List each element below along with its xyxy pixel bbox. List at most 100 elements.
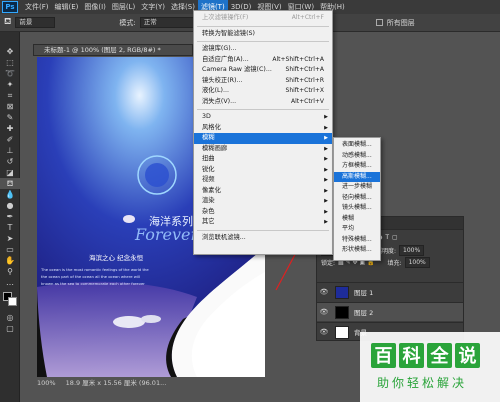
brush-tool-icon[interactable]: ✐ bbox=[0, 134, 20, 145]
submenu-arrow-icon: ▶ bbox=[324, 124, 328, 131]
hand-tool-icon[interactable]: ✋ bbox=[0, 255, 20, 266]
menu-item-last-filter[interactable]: 上次滤镜操作(F) Alt+Ctrl+F bbox=[194, 13, 332, 24]
menu-file[interactable]: 文件(F) bbox=[22, 0, 52, 14]
menu-item-lens-correction[interactable]: 镜头校正(R)... Shift+Ctrl+R bbox=[194, 76, 332, 87]
history-brush-tool-icon[interactable]: ↺ bbox=[0, 156, 20, 167]
menu-item-adaptive-wide-angle[interactable]: 自适应广角(A)... Alt+Shift+Ctrl+A bbox=[194, 55, 332, 66]
all-layers-checkbox[interactable] bbox=[375, 19, 383, 26]
submenu-item-lens-blur[interactable]: 镜头模糊... bbox=[334, 203, 380, 214]
submenu-item-box-blur[interactable]: 方框模糊... bbox=[334, 161, 380, 172]
submenu-arrow-icon: ▶ bbox=[324, 219, 328, 225]
pen-tool-icon[interactable]: ✒ bbox=[0, 211, 20, 222]
submenu-arrow-icon: ▶ bbox=[324, 208, 328, 215]
photoshop-logo: Ps bbox=[2, 1, 18, 13]
document-tab[interactable]: 未标题-1 @ 100% (图层 2, RGB/8#) * bbox=[33, 44, 193, 56]
path-selection-tool-icon[interactable]: ➤ bbox=[0, 233, 20, 244]
layer-opacity-value[interactable]: 100% bbox=[399, 244, 425, 256]
menu-edit[interactable]: 编辑(E) bbox=[52, 0, 82, 14]
eraser-tool-icon[interactable]: ◪ bbox=[0, 167, 20, 178]
magic-wand-tool-icon[interactable]: ✦ bbox=[0, 79, 20, 90]
filter-type-icon[interactable]: T bbox=[385, 234, 389, 241]
submenu-arrow-icon: ▶ bbox=[324, 166, 328, 173]
menu-type[interactable]: 文字(Y) bbox=[138, 0, 168, 14]
menu-item-blur[interactable]: 模糊 ▶ bbox=[194, 133, 332, 144]
background-color-swatch[interactable] bbox=[8, 297, 17, 306]
watermark-char-2: 科 bbox=[399, 342, 424, 368]
submenu-item-shape-blur[interactable]: 形状模糊... bbox=[334, 245, 380, 256]
submenu-arrow-icon: ▶ bbox=[324, 198, 328, 204]
rectangle-tool-icon[interactable]: ▭ bbox=[0, 244, 20, 255]
watermark-char-3: 全 bbox=[427, 342, 452, 368]
layer-thumbnail bbox=[335, 325, 349, 339]
menu-item-browse-online-filters[interactable]: 浏览联机滤镜... bbox=[194, 233, 332, 244]
submenu-item-motion-blur[interactable]: 动感模糊... bbox=[334, 151, 380, 162]
menu-item-distort[interactable]: 扭曲 ▶ bbox=[194, 154, 332, 165]
submenu-arrow-icon: ▶ bbox=[324, 156, 328, 162]
paint-bucket-tool-icon[interactable]: ⛾ bbox=[0, 178, 20, 189]
layer-thumbnail bbox=[335, 285, 349, 299]
move-tool-icon[interactable]: ✥ bbox=[0, 46, 20, 57]
zoom-level[interactable]: 100% bbox=[37, 379, 56, 387]
submenu-item-blur[interactable]: 模糊 bbox=[334, 214, 380, 225]
fill-value[interactable]: 100% bbox=[404, 256, 430, 268]
screen-mode-icon[interactable]: ▢ bbox=[0, 323, 20, 334]
poster-text-line-1: The ocean is the most romantic feelings … bbox=[41, 267, 149, 272]
submenu-item-surface-blur[interactable]: 表面模糊... bbox=[334, 140, 380, 151]
layer-row-2[interactable]: 👁 图层 2 bbox=[317, 302, 463, 321]
menu-separator bbox=[197, 41, 329, 42]
menu-item-3d[interactable]: 3D ▶ bbox=[194, 112, 332, 123]
submenu-item-gaussian-blur[interactable]: 高斯模糊... bbox=[334, 171, 380, 182]
more-tools-icon[interactable]: … bbox=[0, 277, 20, 288]
eye-icon[interactable]: 👁 bbox=[317, 308, 331, 316]
menu-item-other[interactable]: 其它 ▶ bbox=[194, 217, 332, 228]
menu-item-liquify[interactable]: 液化(L)... Shift+Ctrl+X bbox=[194, 86, 332, 97]
paint-bucket-icon[interactable]: ⛾ bbox=[4, 17, 11, 28]
submenu-item-blur-more[interactable]: 进一步模糊 bbox=[334, 182, 380, 193]
fill-label: 填充: bbox=[387, 259, 402, 267]
layer-name[interactable]: 图层 1 bbox=[354, 287, 373, 297]
menu-item-render[interactable]: 渲染 ▶ bbox=[194, 196, 332, 207]
menu-item-stylize[interactable]: 风格化 ▶ bbox=[194, 123, 332, 134]
menu-item-noise[interactable]: 杂色 ▶ bbox=[194, 207, 332, 218]
fill-source-select[interactable]: 前景 bbox=[15, 17, 56, 28]
blur-tool-icon[interactable]: 💧 bbox=[0, 189, 20, 200]
color-swatches[interactable] bbox=[0, 292, 19, 312]
eyedropper-tool-icon[interactable]: ✎ bbox=[0, 112, 20, 123]
watermark-char-1: 百 bbox=[371, 342, 396, 368]
submenu-item-radial-blur[interactable]: 径向模糊... bbox=[334, 193, 380, 204]
marquee-tool-icon[interactable]: ⬚ bbox=[0, 57, 20, 68]
menu-item-filter-gallery[interactable]: 滤镜库(G)... bbox=[194, 44, 332, 55]
lasso-tool-icon[interactable]: ➰ bbox=[0, 68, 20, 79]
layer-name[interactable]: 图层 2 bbox=[354, 307, 373, 317]
mode-select[interactable]: 正常 bbox=[139, 17, 200, 28]
menu-item-sharpen[interactable]: 锐化 ▶ bbox=[194, 165, 332, 176]
menu-image[interactable]: 图像(I) bbox=[81, 0, 109, 14]
zoom-tool-icon[interactable]: ⚲ bbox=[0, 266, 20, 277]
submenu-item-smart-blur[interactable]: 特殊模糊... bbox=[334, 235, 380, 246]
menu-item-camera-raw[interactable]: Camera Raw 滤镜(C)... Shift+Ctrl+A bbox=[194, 65, 332, 76]
crop-tool-icon[interactable]: ⌗ bbox=[0, 90, 20, 101]
submenu-arrow-icon: ▶ bbox=[324, 114, 328, 120]
menu-item-convert-smart-filter[interactable]: 转换为智能滤镜(S) bbox=[194, 29, 332, 40]
poster-text-line-2: the ocean part of the ocean all the ocea… bbox=[41, 274, 141, 279]
dodge-tool-icon[interactable]: ● bbox=[0, 200, 20, 211]
frame-tool-icon[interactable]: ⊠ bbox=[0, 101, 20, 112]
menu-item-vanishing-point[interactable]: 消失点(V)... Alt+Ctrl+V bbox=[194, 97, 332, 108]
submenu-arrow-icon: ▶ bbox=[324, 187, 328, 194]
menu-layer[interactable]: 图层(L) bbox=[109, 0, 138, 14]
filter-shape-icon[interactable]: ▢ bbox=[392, 234, 398, 241]
stamp-tool-icon[interactable]: ⊥ bbox=[0, 145, 20, 156]
submenu-item-average[interactable]: 平均 bbox=[334, 224, 380, 235]
layer-row-1[interactable]: 👁 图层 1 bbox=[317, 282, 463, 301]
quick-mask-icon[interactable]: ◎ bbox=[0, 312, 20, 323]
menu-item-video[interactable]: 视频 ▶ bbox=[194, 175, 332, 186]
type-tool-icon[interactable]: T bbox=[0, 222, 20, 233]
menu-item-pixelate[interactable]: 像素化 ▶ bbox=[194, 186, 332, 197]
eye-icon[interactable]: 👁 bbox=[317, 328, 331, 336]
watermark-logo: 百 科 全 说 bbox=[371, 340, 481, 370]
eye-icon[interactable]: 👁 bbox=[317, 288, 331, 296]
submenu-arrow-icon: ▶ bbox=[324, 135, 328, 141]
menu-item-blur-gallery[interactable]: 模糊画廊 ▶ bbox=[194, 144, 332, 155]
healing-brush-tool-icon[interactable]: ✚ bbox=[0, 123, 20, 134]
toolbox: ✥ ⬚ ➰ ✦ ⌗ ⊠ ✎ ✚ ✐ ⊥ ↺ ◪ ⛾ 💧 ● ✒ T ➤ ▭ ✋ … bbox=[0, 32, 20, 402]
